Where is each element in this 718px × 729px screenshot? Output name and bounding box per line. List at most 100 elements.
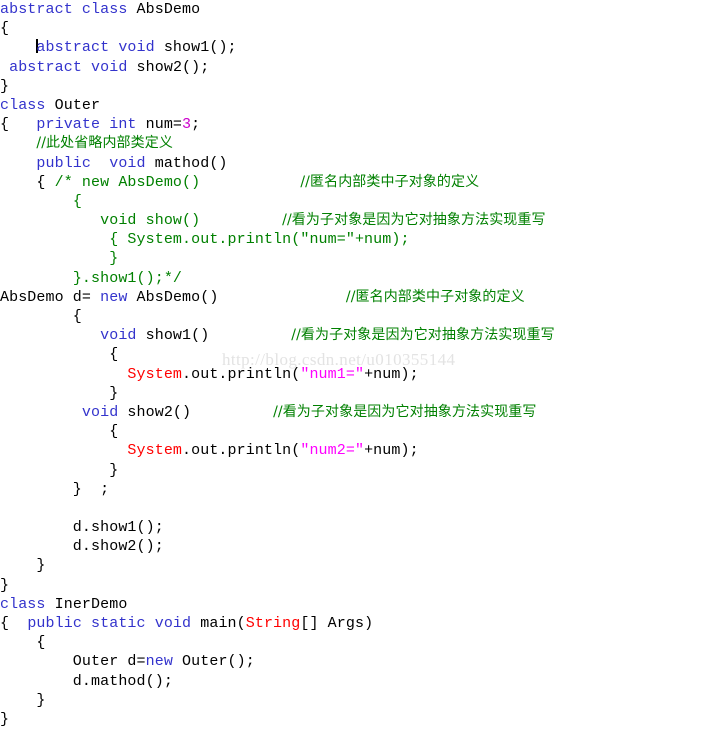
code-text: Outer d= (0, 653, 146, 671)
code-text: { (0, 423, 119, 441)
code-line[interactable]: Outer d=new Outer(); (0, 652, 718, 671)
code-text: d.mathod(); (0, 672, 173, 690)
code-line[interactable]: { public static void main(String[] Args) (0, 614, 718, 633)
code-line[interactable] (0, 499, 718, 518)
code-line[interactable]: { (0, 633, 718, 652)
code-line[interactable]: { (0, 192, 718, 211)
code-line[interactable]: class InerDemo (0, 595, 718, 614)
code-listing[interactable]: abstract class AbsDemo{ abstract void sh… (0, 0, 718, 729)
code-line[interactable]: } (0, 384, 718, 403)
keyword-token: abstract class (0, 1, 128, 18)
code-line[interactable]: class Outer (0, 96, 718, 115)
keyword-token: public static void (27, 615, 192, 632)
code-line[interactable]: abstract void show2(); (0, 58, 718, 77)
code-text: Outer (45, 96, 101, 114)
code-line[interactable]: } (0, 461, 718, 480)
code-text: { (0, 173, 55, 191)
code-text: AbsDemo d= (0, 288, 101, 306)
type-token: System (127, 365, 183, 383)
code-line[interactable]: { (0, 307, 718, 326)
code-text: ; (191, 116, 201, 134)
code-text: d.show2(); (0, 538, 164, 556)
code-text: [] Args) (300, 615, 374, 632)
code-text: show1() (136, 327, 210, 345)
code-text: .out.println( (182, 365, 301, 383)
code-text: } (0, 691, 46, 709)
inline-comment-cjk: //此处省略内部类定义 (36, 135, 173, 152)
code-line[interactable]: { /* new AbsDemo() //匿名内部类中子对象的定义 (0, 173, 718, 192)
comment-token: } (109, 250, 119, 268)
code-line[interactable]: d.show1(); (0, 518, 718, 537)
keyword-token: void (100, 327, 137, 345)
comment-token: }.show1();*/ (72, 269, 183, 287)
code-line[interactable]: public void mathod() (0, 154, 718, 173)
code-line[interactable]: } (0, 77, 718, 96)
code-text: mathod() (145, 154, 228, 172)
inline-comment-cjk: //匿名内部类中子对象的定义 (345, 288, 525, 305)
string-literal: "num1=" (300, 365, 365, 383)
code-line[interactable]: } (0, 691, 718, 710)
code-text: +num); (364, 365, 419, 383)
code-text: show2(); (127, 58, 210, 76)
code-line[interactable]: System.out.println("num1="+num); (0, 365, 718, 384)
code-line[interactable]: }.show1();*/ (0, 269, 718, 288)
code-line[interactable]: } (0, 710, 718, 729)
string-literal: "num2=" (300, 442, 365, 460)
code-text: show1(); (154, 39, 237, 57)
keyword-token: void (109, 154, 146, 172)
code-line[interactable]: } ; (0, 480, 718, 499)
code-text: main( (191, 615, 246, 632)
code-text: d.show1(); (0, 519, 164, 537)
code-text: } (0, 461, 119, 479)
keyword-token: new (100, 288, 128, 306)
code-line[interactable]: abstract class AbsDemo (0, 0, 718, 19)
keyword-token: abstract void (9, 58, 128, 76)
code-line[interactable]: { (0, 345, 718, 364)
code-text: { (0, 634, 46, 652)
keyword-token: class (0, 595, 46, 613)
code-line[interactable]: } (0, 576, 718, 595)
code-line[interactable]: void show() //看为子对象是因为它对抽象方法实现重写 (0, 211, 718, 230)
code-text: AbsDemo (127, 1, 201, 18)
number-literal: 3 (182, 116, 192, 134)
code-line[interactable]: System.out.println("num2="+num); (0, 441, 718, 460)
code-line[interactable]: } (0, 249, 718, 268)
code-line[interactable]: d.show2(); (0, 537, 718, 556)
code-line[interactable]: abstract void show1(); (0, 38, 718, 57)
code-line[interactable]: } (0, 556, 718, 575)
code-line[interactable]: { (0, 422, 718, 441)
code-line[interactable]: AbsDemo d= new AbsDemo() //匿名内部类中子对象的定义 (0, 288, 718, 307)
code-line[interactable]: d.mathod(); (0, 672, 718, 691)
code-text: +num); (364, 442, 419, 460)
code-text: { (0, 346, 119, 364)
code-text: { (0, 308, 82, 325)
code-text: { (0, 615, 28, 632)
code-text: { (0, 116, 37, 134)
inline-comment-cjk: //看为子对象是因为它对抽象方法实现重写 (273, 403, 537, 420)
keyword-token: void (81, 403, 119, 421)
code-text: InerDemo (45, 595, 128, 613)
code-line[interactable]: void show2() //看为子对象是因为它对抽象方法实现重写 (0, 403, 718, 422)
code-text: } (0, 576, 10, 594)
code-line[interactable]: { private int num=3; (0, 115, 718, 134)
keyword-token: new (145, 653, 173, 671)
code-viewer[interactable]: http://blog.csdn.net/u010355144 abstract… (0, 0, 718, 728)
code-line[interactable]: { (0, 19, 718, 38)
code-line[interactable]: void show1() //看为子对象是因为它对抽象方法实现重写 (0, 326, 718, 345)
code-line[interactable]: //此处省略内部类定义 (0, 134, 718, 153)
keyword-token: public (36, 154, 92, 172)
code-line[interactable]: { System.out.println("num="+num); (0, 230, 718, 249)
